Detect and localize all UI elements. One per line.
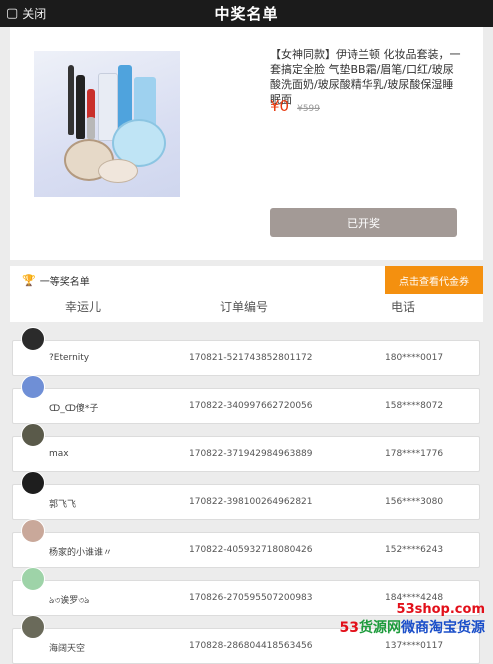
phone-number: 152****6243	[385, 545, 444, 555]
winner-row: ↀ_ↀ傻*子 170822-340997662720056 158****8072	[12, 375, 480, 424]
winner-name: ↀ_ↀ傻*子	[49, 404, 99, 414]
winner-name: 杨家的小谁谁〃	[49, 548, 113, 558]
order-number: 170826-270595507200983	[189, 593, 313, 603]
winner-name: 郭飞飞	[49, 500, 77, 510]
top-bar: ▢ 关闭 中奖名单	[0, 0, 493, 27]
order-number: 170822-371942984963889	[189, 449, 313, 459]
column-header-phone: 电话	[391, 300, 416, 314]
winner-row: 杨家的小谁谁〃 170822-405932718080426 152****6243	[12, 519, 480, 568]
avatar[interactable]	[21, 471, 45, 495]
order-number: 170821-521743852801172	[189, 353, 313, 363]
column-header-order: 订单编号	[220, 300, 269, 314]
watermark-brand: 53货源网微商淘宝货源	[340, 617, 485, 637]
first-prize-label: 一等奖名单	[39, 277, 90, 288]
first-prize-label-group: 🏆 一等奖名单	[22, 273, 90, 288]
order-number: 170822-405932718080426	[189, 545, 313, 555]
lottery-status-button[interactable]: 已开奖	[270, 208, 457, 237]
phone-number: 158****8072	[385, 401, 444, 411]
column-header-winner: 幸运儿	[65, 300, 102, 314]
first-prize-bar: 🏆 一等奖名单 点击查看代金券	[10, 266, 483, 294]
winner-row: 郭飞飞 170822-398100264962821 156****3080	[12, 471, 480, 520]
avatar[interactable]	[21, 567, 45, 591]
view-coupon-button[interactable]: 点击查看代金券	[385, 266, 483, 294]
avatar[interactable]	[21, 375, 45, 399]
watermark-brand-53: 53	[339, 620, 359, 636]
price-row: ¥0 ¥599	[270, 97, 320, 115]
current-price: ¥0	[270, 97, 290, 115]
phone-number: 137****0117	[385, 641, 444, 651]
product-card: 【女神同款】伊诗兰顿 化妆品套装，一套搞定全脸 气垫BB霜/眉笔/口红/玻尿酸洗…	[10, 27, 483, 260]
trophy-icon: 🏆	[22, 274, 36, 287]
winner-row: max 170822-371942984963889 178****1776	[12, 423, 480, 472]
product-image[interactable]	[34, 51, 180, 197]
order-number: 170828-286804418563456	[189, 641, 313, 651]
page-title: 中奖名单	[214, 5, 279, 23]
avatar[interactable]	[21, 423, 45, 447]
phone-number: 156****3080	[385, 497, 444, 507]
watermark-brand-tail: 微商淘宝货源	[401, 620, 485, 636]
order-number: 170822-398100264962821	[189, 497, 313, 507]
winner-name: 海阔天空	[49, 644, 86, 654]
winner-name: max	[49, 449, 69, 459]
order-number: 170822-340997662720056	[189, 401, 313, 411]
avatar[interactable]	[21, 519, 45, 543]
phone-number: 178****1776	[385, 449, 444, 459]
winner-name: ?Eternity	[49, 353, 90, 363]
avatar[interactable]	[21, 615, 45, 639]
original-price: ¥599	[297, 104, 320, 114]
winners-table-header: 幸运儿 订单编号 电话	[10, 294, 483, 322]
watermark: 53shop.com 53货源网微商淘宝货源	[340, 602, 485, 637]
avatar[interactable]	[21, 327, 45, 351]
watermark-site: 53shop.com	[396, 602, 485, 617]
watermark-brand-mid: 货源网	[359, 620, 401, 636]
winner-name: ঌ৩诶罗৩ঌ	[49, 596, 90, 606]
winner-row: ?Eternity 170821-521743852801172 180****00…	[12, 327, 480, 376]
phone-number: 180****0017	[385, 353, 444, 363]
